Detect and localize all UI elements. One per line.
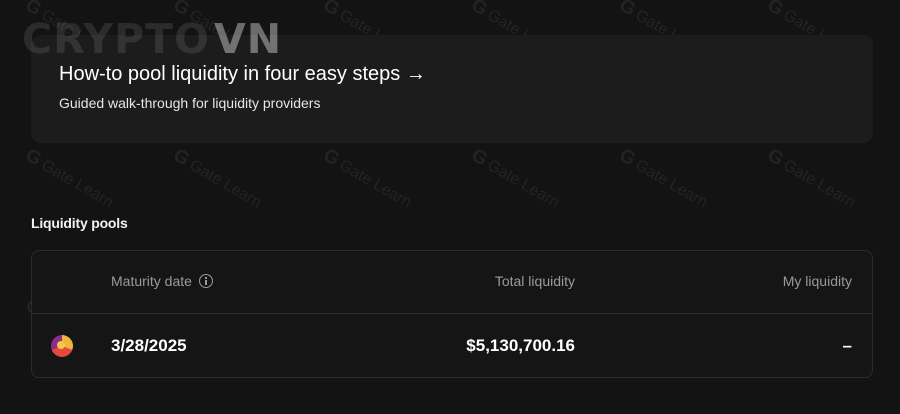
banner-title-link[interactable]: How-to pool liquidity in four easy steps… xyxy=(59,61,845,87)
watermark: GGate Learn xyxy=(467,144,563,212)
column-header-total[interactable]: Total liquidity xyxy=(495,273,575,289)
column-header-maturity-label: Maturity date xyxy=(111,273,192,289)
watermark: GGate Learn xyxy=(615,144,711,212)
watermark: GGate Learn xyxy=(21,144,117,212)
watermark: GGate Learn xyxy=(763,144,859,212)
maturity-date-cell: 3/28/2025 xyxy=(111,336,187,355)
column-header-maturity[interactable]: Maturity date xyxy=(111,273,213,289)
logo-text-accent: VN xyxy=(213,15,283,63)
section-title: Liquidity pools xyxy=(31,215,128,231)
watermark: GGate Learn xyxy=(169,144,265,212)
banner-subtitle: Guided walk-through for liquidity provid… xyxy=(59,95,321,111)
logo-text-main: CRYPTO xyxy=(22,15,210,63)
liquidity-pools-table: Maturity date Total liquidity My liquidi… xyxy=(31,250,873,378)
my-liquidity-cell: – xyxy=(842,336,852,355)
total-liquidity-cell: $5,130,700.16 xyxy=(466,336,575,355)
site-logo: CRYPTOVN xyxy=(22,16,282,62)
page: GGate Learn GGate Learn GGate Learn GGat… xyxy=(0,0,900,414)
token-icon xyxy=(51,335,73,357)
column-header-mine[interactable]: My liquidity xyxy=(783,273,852,289)
watermark: GGate Learn xyxy=(319,144,415,212)
table-row[interactable]: 3/28/2025 $5,130,700.16 – xyxy=(32,314,872,378)
table-header: Maturity date Total liquidity My liquidi… xyxy=(32,251,872,314)
info-icon[interactable] xyxy=(198,274,213,288)
